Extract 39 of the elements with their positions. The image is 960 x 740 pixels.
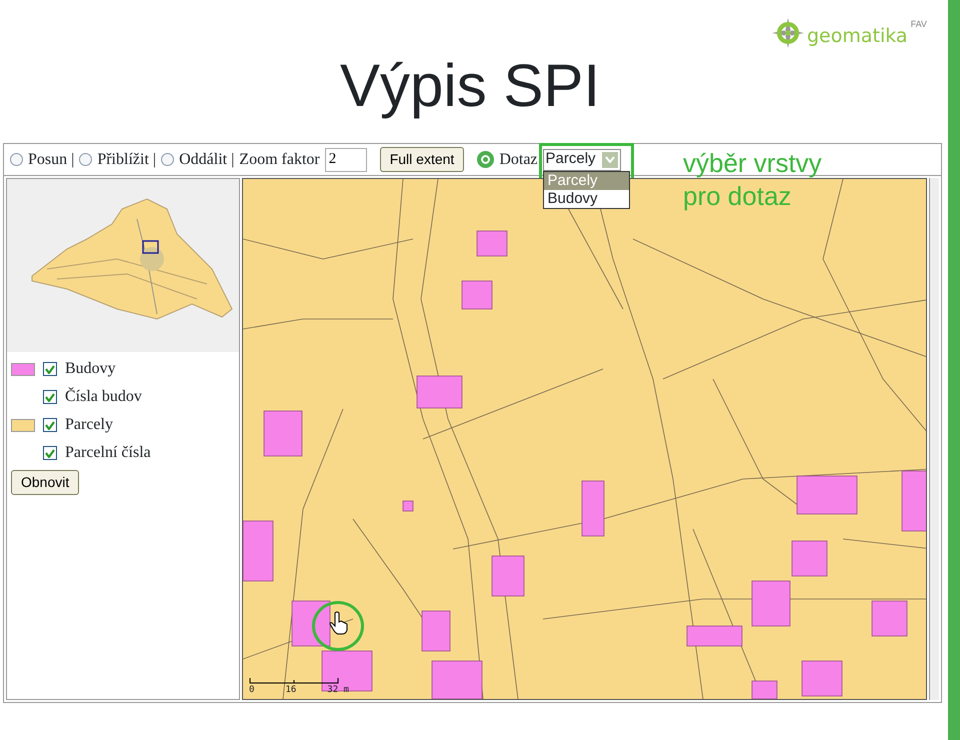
logo-wordmark: geomatika [807, 27, 908, 46]
layer-select[interactable]: Parcely [542, 148, 621, 170]
check-icon [45, 448, 55, 458]
map-scrollbar[interactable] [929, 178, 939, 700]
check-icon [45, 392, 55, 402]
logo-superscript: FAV [910, 18, 927, 31]
annotation-text: výběr vrstvy [683, 147, 822, 180]
tool-label: Oddálit | [179, 150, 234, 170]
dropdown-option[interactable]: Budovy [544, 190, 629, 208]
scale-label: 16 [285, 684, 296, 696]
full-extent-button[interactable]: Full extent [380, 147, 464, 172]
hand-cursor-icon [329, 611, 349, 635]
check-icon [45, 420, 55, 430]
layer-checkbox[interactable] [43, 446, 57, 460]
tool-radio[interactable] [161, 153, 174, 166]
scale-line-icon [249, 678, 339, 684]
compass-logo-icon [772, 18, 804, 48]
layer-label: Budovy [65, 359, 116, 379]
layer-checkbox[interactable] [43, 362, 57, 376]
check-icon [45, 364, 55, 374]
refresh-button[interactable]: Obnovit [11, 470, 80, 495]
tool-label: Posun | [28, 150, 74, 170]
layer-label: Parcely [65, 415, 113, 435]
layer-checkbox[interactable] [43, 418, 57, 432]
zoom-factor-field[interactable]: 2 [324, 148, 367, 172]
layer-label: Parcelní čísla [65, 443, 151, 463]
tool-radio[interactable] [79, 153, 92, 166]
layer-label: Čísla budov [65, 386, 142, 407]
caret-icon [604, 156, 615, 163]
query-label: Dotaz [499, 150, 538, 170]
zoom-factor-label: Zoom faktor [239, 150, 320, 170]
layer-checkbox[interactable] [43, 390, 57, 404]
query-radio[interactable] [477, 151, 494, 168]
tool-label: Přiblížit | [97, 150, 156, 170]
slide-title: Výpis SPI [340, 56, 600, 116]
scale-label: 32 m [327, 684, 349, 696]
annotation-text: pro dotaz [683, 180, 792, 213]
tool-radio[interactable] [10, 153, 23, 166]
scale-label: 0 [249, 684, 254, 696]
